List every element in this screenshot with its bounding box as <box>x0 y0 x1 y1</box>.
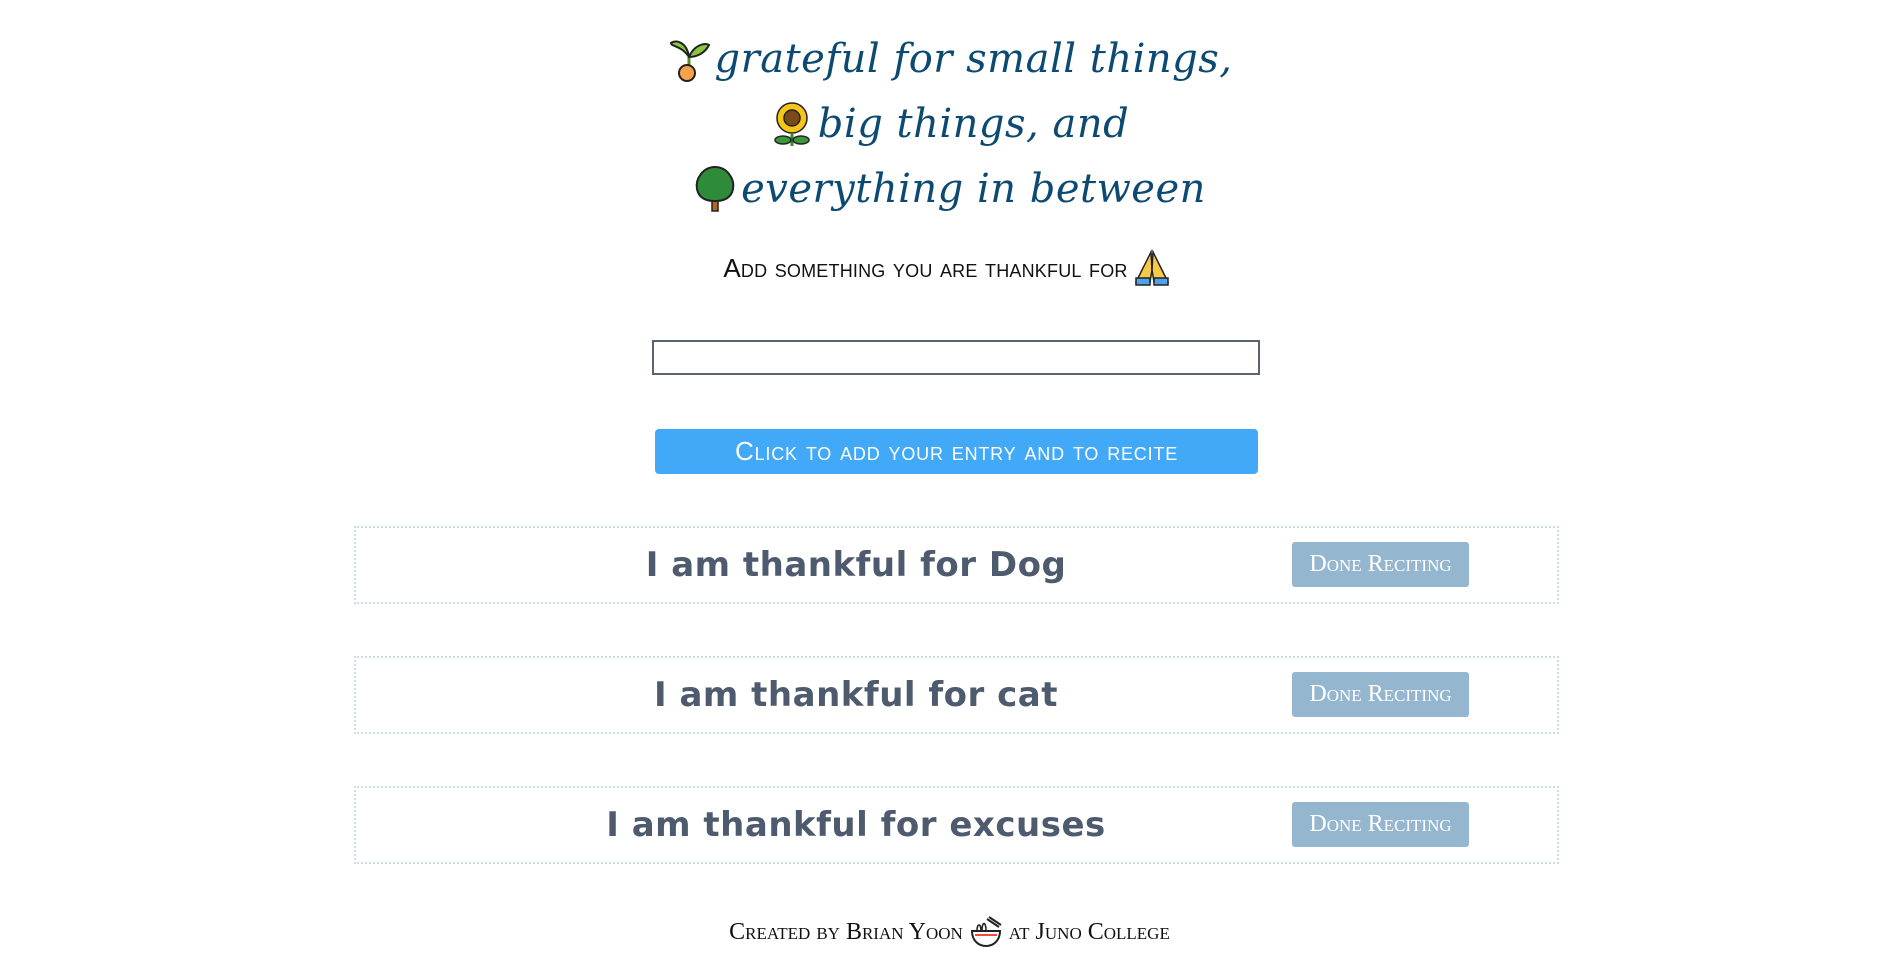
done-reciting-button[interactable]: Done Reciting <box>1292 542 1469 587</box>
noodle-bowl-icon <box>970 916 1002 948</box>
prompt-heading: Add something you are thankful for <box>0 248 1899 288</box>
tree-icon <box>695 165 735 212</box>
entry-text: I am thankful for Dog <box>645 545 1067 585</box>
add-entry-button[interactable]: Click to add your entry and to recite <box>655 429 1258 474</box>
title-line-1-text: grateful for small things, <box>714 35 1233 82</box>
entries-list: I am thankful for Dog Done Reciting I am… <box>354 526 1559 916</box>
page: grateful for small things, big things, a… <box>0 0 1899 963</box>
entry-text: I am thankful for excuses <box>606 805 1106 845</box>
footer: Created by Brian Yoon at Juno College <box>0 915 1899 949</box>
seedling-icon <box>669 40 710 82</box>
title-line-2: big things, and <box>0 91 1899 156</box>
list-item: I am thankful for excuses Done Reciting <box>354 786 1559 864</box>
footer-credit: Created by Brian Yoon <box>729 918 963 945</box>
done-reciting-button[interactable]: Done Reciting <box>1292 672 1469 717</box>
title-line-3-text: everything in between <box>741 165 1206 212</box>
praying-hands-icon <box>1134 249 1169 286</box>
title-line-1: grateful for small things, <box>0 26 1899 91</box>
title-line-3: everything in between <box>0 156 1899 221</box>
list-item: I am thankful for Dog Done Reciting <box>354 526 1559 604</box>
sunflower-icon <box>774 101 810 146</box>
entry-text: I am thankful for cat <box>653 675 1058 715</box>
gratitude-entry-input[interactable] <box>652 340 1260 375</box>
footer-school: at Juno College <box>1008 918 1170 945</box>
page-title: grateful for small things, big things, a… <box>0 26 1899 221</box>
title-line-2-text: big things, and <box>817 100 1130 147</box>
prompt-text: Add something you are thankful for <box>723 252 1128 283</box>
list-item: I am thankful for cat Done Reciting <box>354 656 1559 734</box>
done-reciting-button[interactable]: Done Reciting <box>1292 802 1469 847</box>
